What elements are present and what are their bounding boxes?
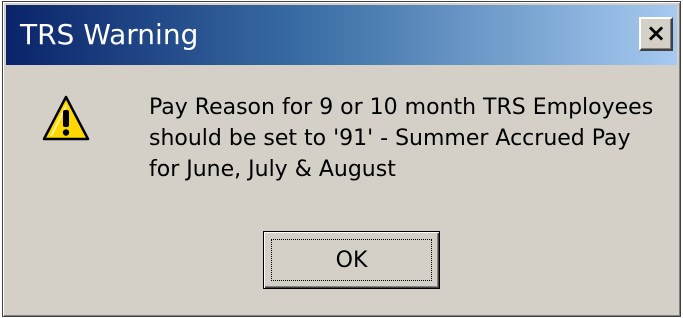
message-line: Pay Reason for 9 or 10 month TRS Employe… bbox=[149, 95, 654, 120]
warning-message: Pay Reason for 9 or 10 month TRS Employe… bbox=[149, 92, 681, 185]
message-line: should be set to '91' - Summer Accrued P… bbox=[149, 126, 631, 151]
close-button[interactable]: × bbox=[639, 17, 673, 51]
ok-button-label: OK bbox=[271, 239, 432, 281]
title-bar[interactable]: TRS Warning × bbox=[6, 5, 677, 65]
warning-icon bbox=[42, 95, 90, 141]
warning-dialog: TRS Warning × Pay Reason for 9 or 10 mon… bbox=[2, 1, 681, 317]
message-line: for June, July & August bbox=[149, 157, 396, 182]
ok-button[interactable]: OK bbox=[263, 231, 440, 289]
dialog-title: TRS Warning bbox=[20, 18, 199, 51]
